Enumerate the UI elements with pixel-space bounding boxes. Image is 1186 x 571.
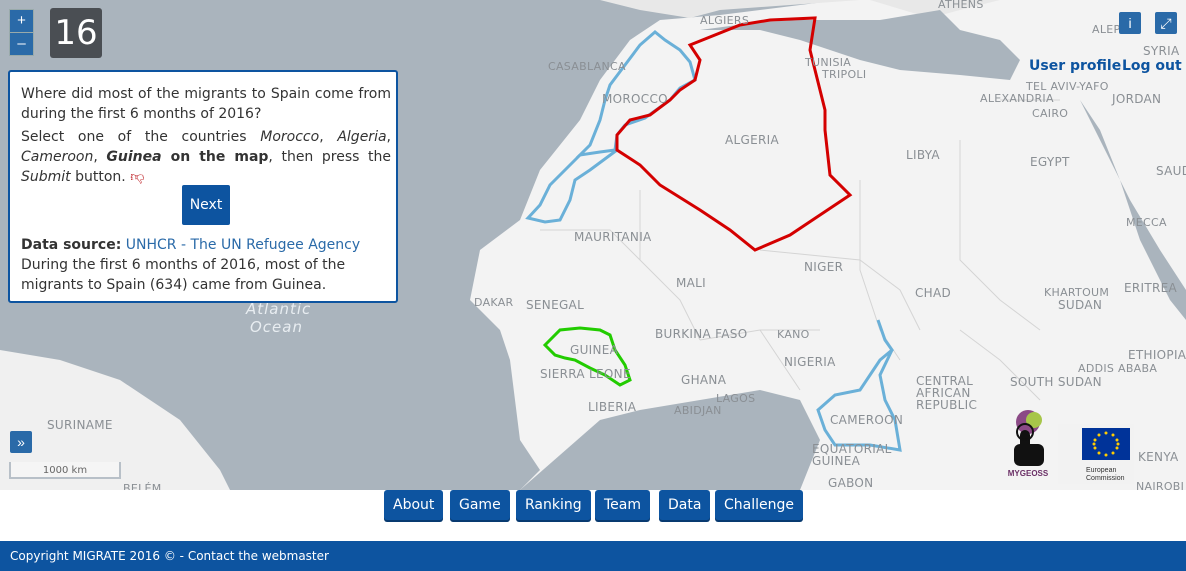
label-mali: MALI — [676, 276, 706, 290]
contact-webmaster-link[interactable]: Contact the webmaster — [188, 549, 329, 563]
label-kenya: KENYA — [1138, 450, 1179, 464]
label-eritrea: ERITREA — [1124, 281, 1178, 295]
label-alexandria: ALEXANDRIA — [980, 92, 1054, 105]
nav-team[interactable]: Team — [595, 490, 651, 520]
label-cairo: CAIRO — [1032, 107, 1069, 120]
label-ocean: Ocean — [250, 318, 303, 336]
copyright-text: Copyright MIGRATE 2016 © - — [10, 549, 188, 563]
question-panel: Where did most of the migrants to Spain … — [8, 70, 398, 303]
label-morocco: MOROCCO — [602, 92, 668, 106]
expand-panel-button[interactable]: » — [10, 431, 32, 453]
log-out-link[interactable]: Log out — [1122, 58, 1182, 74]
country-morocco: Morocco — [260, 129, 320, 145]
zoom-in-button[interactable]: + — [10, 10, 33, 32]
label-addis-ababa: ADDIS ABABA — [1078, 362, 1158, 375]
thumbs-down-icon: 👎︎ — [130, 169, 145, 185]
zoom-control: + – — [9, 9, 34, 56]
sep: , — [319, 129, 338, 145]
nav-ranking[interactable]: Ranking — [516, 490, 591, 520]
next-button[interactable]: Next — [182, 185, 230, 225]
nav-game[interactable]: Game — [450, 490, 510, 520]
label-nigeria: NIGERIA — [784, 355, 836, 369]
sep: , — [386, 129, 391, 145]
info-button[interactable]: i — [1119, 12, 1141, 34]
user-profile-link[interactable]: User profile — [1029, 58, 1121, 74]
footer: Copyright MIGRATE 2016 © - Contact the w… — [0, 541, 1186, 571]
label-senegal: SENEGAL — [526, 298, 585, 312]
label-mauritania: MAURITANIA — [574, 230, 652, 244]
country-algeria: Algeria — [337, 129, 387, 145]
label-cameroon: CAMEROON — [830, 413, 904, 427]
label-belem: BELÉM — [123, 482, 162, 490]
label-ethiopia: ETHIOPIA — [1128, 348, 1186, 362]
label-jordan: JORDAN — [1112, 92, 1162, 106]
country-cameroon: Cameroon — [21, 149, 94, 165]
nav-data[interactable]: Data — [659, 490, 711, 520]
label-sierra-leone: SIERRA LEONE — [540, 367, 631, 381]
nav-challenge[interactable]: Challenge — [715, 490, 803, 520]
zoom-out-button[interactable]: – — [10, 32, 33, 55]
label-abidjan: ABIDJAN — [674, 404, 722, 417]
ec-text-1: European — [1086, 467, 1116, 474]
label-chad: CHAD — [915, 286, 952, 300]
data-source-label: Data source: — [21, 237, 122, 253]
label-gabon: GABON — [828, 476, 874, 490]
label-car-3: REPUBLIC — [916, 398, 978, 412]
label-saudi: SAUDI — [1156, 164, 1186, 178]
label-niger: NIGER — [804, 260, 844, 274]
label-liberia: LIBERIA — [588, 400, 637, 414]
label-dakar: DAKAR — [474, 296, 514, 309]
label-burkina-faso: BURKINA FASO — [655, 327, 748, 341]
european-commission-logo[interactable]: European Commission — [1058, 424, 1134, 484]
scale-bar: 1000 km — [9, 462, 121, 479]
game-stage: ALGIERS ATHENS TUNISIA TRIPOLI CASABLANC… — [0, 0, 1186, 571]
map[interactable]: ALGIERS ATHENS TUNISIA TRIPOLI CASABLANC… — [0, 0, 1186, 490]
label-mecca: MECCA — [1126, 216, 1167, 229]
instr-pre: Select one of the countries — [21, 129, 261, 145]
label-lagos: LAGOS — [716, 392, 756, 405]
label-south-sudan: SOUTH SUDAN — [1010, 375, 1102, 389]
country-guinea: Guinea — [106, 149, 162, 165]
data-source: Data source: UNHCR - The UN Refugee Agen… — [21, 235, 391, 255]
ec-text-2: Commission — [1086, 475, 1125, 482]
data-source-link[interactable]: UNHCR - The UN Refugee Agency — [126, 237, 360, 253]
bottom-nav: About Game Ranking Team Data Challenge — [0, 490, 1186, 522]
mygeoss-logo[interactable]: MYGEOSS — [1004, 408, 1052, 486]
label-athens: ATHENS — [938, 0, 984, 11]
question-instructions: Select one of the countries Morocco, Alg… — [21, 127, 391, 187]
label-tel-aviv: TEL AVIV-YAFO — [1026, 80, 1109, 93]
label-libya: LIBYA — [906, 148, 940, 162]
eu-flag-icon: European Commission — [1082, 428, 1130, 482]
sep: , — [93, 149, 107, 165]
instr-post-1: , then press the — [268, 149, 391, 165]
label-ghana: GHANA — [681, 373, 727, 387]
label-sudan: SUDAN — [1058, 298, 1103, 312]
submit-word: Submit — [21, 169, 71, 185]
label-kano: KANO — [777, 328, 810, 341]
label-tripoli: TRIPOLI — [822, 68, 867, 81]
label-nairobi: NAIROBI — [1136, 480, 1185, 490]
instr-post-2: button. — [70, 169, 126, 185]
mygeoss-text: MYGEOSS — [1008, 469, 1049, 478]
label-guinea: GUINEA — [570, 343, 619, 357]
label-suriname: SURINAME — [47, 418, 113, 432]
label-algeria: ALGERIA — [725, 133, 779, 147]
level-badge: 16 — [50, 8, 102, 58]
instr-mid: on the map — [161, 149, 269, 165]
question-text: Where did most of the migrants to Spain … — [21, 86, 391, 122]
label-casablanca: CASABLANCA — [548, 60, 626, 73]
fullscreen-button[interactable]: ⤢ — [1155, 12, 1177, 34]
label-syria: SYRIA — [1143, 44, 1180, 58]
mygeoss-icon: MYGEOSS — [1008, 410, 1049, 478]
nav-about[interactable]: About — [384, 490, 444, 520]
label-egypt: EGYPT — [1030, 155, 1070, 169]
label-equatorial-2: GUINEA — [812, 454, 861, 468]
label-algiers: ALGIERS — [700, 14, 750, 27]
answer-text: During the first 6 months of 2016, most … — [21, 257, 346, 293]
